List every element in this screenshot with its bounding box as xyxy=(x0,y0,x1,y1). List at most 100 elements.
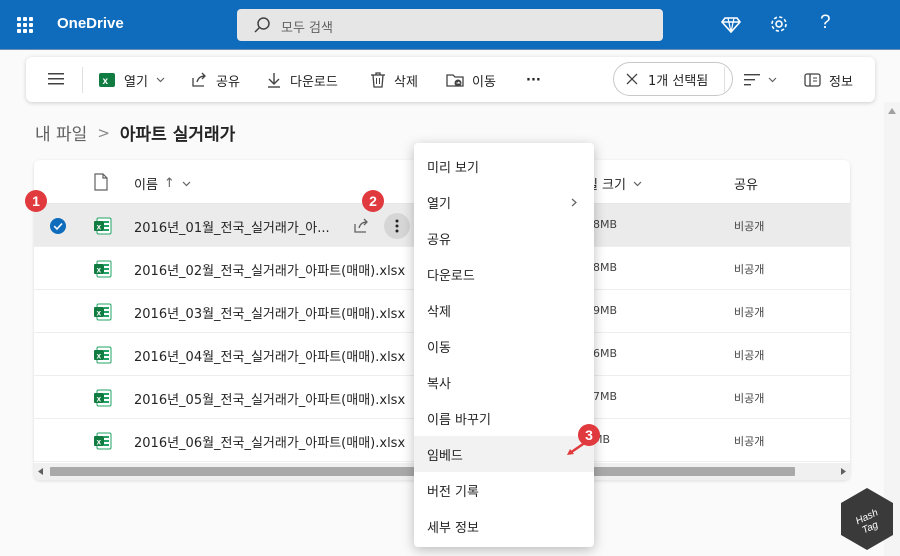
close-icon xyxy=(626,73,638,85)
context-menu: 미리 보기열기공유다운로드삭제이동복사이름 바꾸기임베드버전 기록세부 정보 xyxy=(414,143,594,547)
download-button[interactable]: 다운로드 xyxy=(266,69,338,91)
clear-selection-button[interactable]: 1개 선택됨 xyxy=(613,62,733,96)
name-column-label: 이름 xyxy=(134,178,158,193)
menu-item-label: 미리 보기 xyxy=(427,160,479,176)
breadcrumb-separator: > xyxy=(97,123,110,142)
search-box[interactable]: 모두 검색 xyxy=(237,9,663,41)
excel-icon: x xyxy=(99,73,115,87)
hamburger-menu-icon[interactable] xyxy=(48,72,64,86)
file-name[interactable]: 2016년_01월_전국_실거래가_아... xyxy=(134,217,330,236)
file-name[interactable]: 2016년_06월_전국_실거래가_아파트(매매).xlsx xyxy=(134,432,405,451)
menu-item-label: 다운로드 xyxy=(427,268,475,284)
menu-item[interactable]: 다운로드 xyxy=(414,256,594,292)
menu-item-label: 이동 xyxy=(427,340,451,356)
app-brand[interactable]: OneDrive xyxy=(57,15,124,32)
chevron-down-icon xyxy=(768,77,777,83)
chevron-down-icon xyxy=(633,181,642,186)
menu-item[interactable]: 복사 xyxy=(414,364,594,400)
menu-item-label: 버전 기록 xyxy=(427,484,479,500)
sharing-status: 비공개 xyxy=(734,435,765,448)
breadcrumb-current-folder[interactable]: 아파트 실거래가 xyxy=(120,120,235,145)
menu-item-label: 공유 xyxy=(427,232,451,248)
move-label: 이동 xyxy=(472,74,496,90)
share-button[interactable]: 공유 xyxy=(190,69,240,91)
breadcrumb: 내 파일 > 아파트 실거래가 xyxy=(35,120,235,146)
menu-item[interactable]: 삭제 xyxy=(414,292,594,328)
menu-item[interactable]: 열기 xyxy=(414,184,594,220)
checkmark-icon[interactable] xyxy=(50,218,66,234)
file-name[interactable]: 2016년_04월_전국_실거래가_아파트(매매).xlsx xyxy=(134,346,405,365)
sort-ascending-icon: ↑ xyxy=(163,176,175,191)
file-type-icon[interactable] xyxy=(94,173,108,191)
app-launcher-icon[interactable] xyxy=(17,17,33,33)
menu-item[interactable]: 버전 기록 xyxy=(414,472,594,508)
excel-file-icon: x xyxy=(94,389,112,407)
menu-item-label: 열기 xyxy=(427,196,451,212)
svg-text:x: x xyxy=(97,308,102,317)
menu-item-label: 이름 바꾸기 xyxy=(427,412,491,428)
move-button[interactable]: 이동 xyxy=(446,69,496,91)
excel-file-icon: x xyxy=(94,346,112,364)
svg-text:x: x xyxy=(97,394,102,403)
delete-button[interactable]: 삭제 xyxy=(370,69,418,91)
sharing-status: 비공개 xyxy=(734,306,765,319)
step-badge-2: 2 xyxy=(362,190,384,212)
menu-item[interactable]: 세부 정보 xyxy=(414,508,594,544)
delete-label: 삭제 xyxy=(394,74,418,90)
more-options-button[interactable] xyxy=(384,213,410,239)
menu-item-label: 세부 정보 xyxy=(427,520,479,536)
selected-count: 1개 선택됨 xyxy=(648,73,709,89)
command-bar: x 열기 공유 다운로드 삭제 이동 ··· 1개 선택됨 정보 xyxy=(26,57,875,102)
info-panel-icon xyxy=(804,73,821,87)
gear-icon[interactable] xyxy=(768,13,790,35)
sharing-status: 비공개 xyxy=(734,263,765,276)
svg-text:x: x xyxy=(97,265,102,274)
menu-item-label: 임베드 xyxy=(427,448,463,464)
sharing-status: 비공개 xyxy=(734,349,765,362)
column-header-name[interactable]: 이름 ↑ xyxy=(134,174,191,193)
search-icon xyxy=(254,17,270,33)
excel-file-icon: x xyxy=(94,432,112,450)
more-actions-button[interactable]: ··· xyxy=(526,69,541,91)
chevron-down-icon xyxy=(182,181,191,186)
more-vertical-icon xyxy=(395,219,399,233)
menu-item[interactable]: 미리 보기 xyxy=(414,148,594,184)
open-button[interactable]: x 열기 xyxy=(98,69,173,91)
file-name[interactable]: 2016년_02월_전국_실거래가_아파트(매매).xlsx xyxy=(134,260,405,279)
help-icon[interactable]: ? xyxy=(820,12,831,34)
svg-text:x: x xyxy=(97,222,102,231)
column-header-sharing[interactable]: 공유 xyxy=(734,174,758,193)
pointer-arrow-icon xyxy=(567,440,587,455)
scroll-left-arrow-icon[interactable] xyxy=(38,468,44,475)
sort-button[interactable] xyxy=(744,69,785,91)
chevron-right-icon xyxy=(571,198,577,207)
scroll-right-arrow-icon[interactable] xyxy=(840,468,846,475)
svg-text:x: x xyxy=(97,437,102,446)
info-label: 정보 xyxy=(829,74,853,90)
top-bar: OneDrive 모두 검색 ? xyxy=(0,0,900,50)
share-label: 공유 xyxy=(216,74,240,90)
step-badge-1: 1 xyxy=(25,190,47,212)
menu-item[interactable]: 이름 바꾸기 xyxy=(414,400,594,436)
chevron-down-icon xyxy=(156,77,165,83)
menu-item[interactable]: 공유 xyxy=(414,220,594,256)
divider xyxy=(724,67,725,93)
diamond-icon[interactable] xyxy=(720,13,742,35)
breadcrumb-my-files[interactable]: 내 파일 xyxy=(35,120,87,145)
sort-lines-icon xyxy=(744,74,760,86)
folder-move-icon xyxy=(446,74,464,87)
info-button[interactable]: 정보 xyxy=(804,69,853,91)
share-icon[interactable] xyxy=(352,217,370,235)
file-name[interactable]: 2016년_03월_전국_실거래가_아파트(매매).xlsx xyxy=(134,303,405,322)
svg-text:x: x xyxy=(97,351,102,360)
sharing-status: 비공개 xyxy=(734,220,765,233)
excel-file-icon: x xyxy=(94,260,112,278)
menu-item-label: 삭제 xyxy=(427,304,451,320)
trash-icon xyxy=(371,72,385,88)
menu-item[interactable]: 이동 xyxy=(414,328,594,364)
file-name[interactable]: 2016년_05월_전국_실거래가_아파트(매매).xlsx xyxy=(134,389,405,408)
scroll-up-arrow-icon[interactable] xyxy=(888,108,896,114)
svg-text:x: x xyxy=(103,76,109,87)
excel-file-icon: x xyxy=(94,303,112,321)
excel-file-icon: x xyxy=(94,217,112,235)
